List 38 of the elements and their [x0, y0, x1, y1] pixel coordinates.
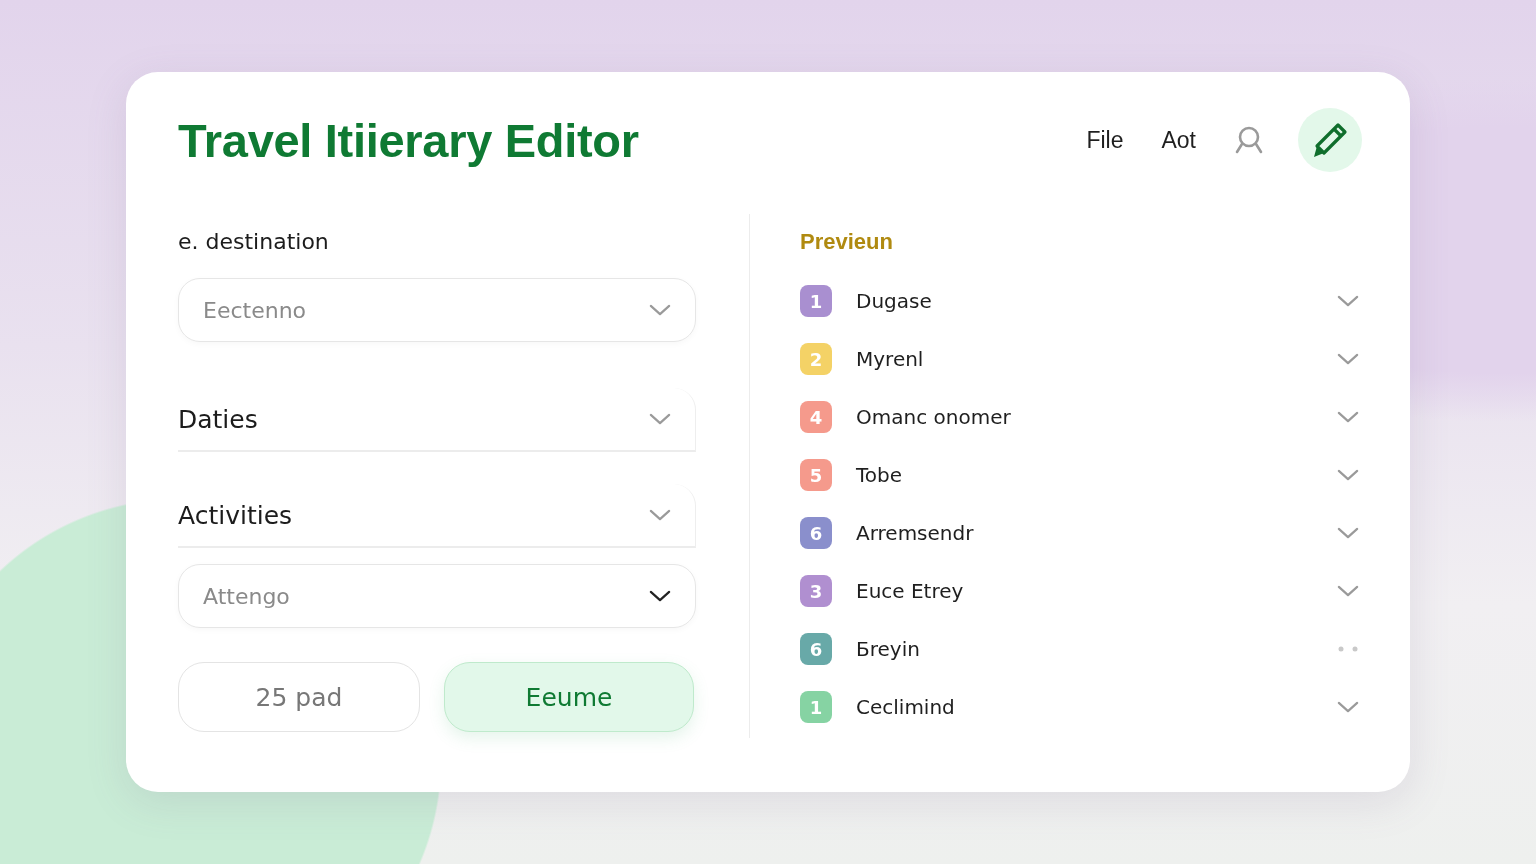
itinerary-item[interactable]: Myrenl — [856, 347, 1337, 371]
itinerary-item[interactable]: Dugase — [856, 289, 1337, 313]
itinerary-item[interactable]: Ceclimind — [856, 695, 1337, 719]
section-header[interactable]: Activities — [178, 484, 696, 548]
chevron-down-icon — [1337, 468, 1359, 482]
chevron-down-icon — [1337, 584, 1359, 598]
preview-title: Previeun — [800, 228, 894, 256]
section-header[interactable]: Daties — [178, 388, 696, 452]
itinerary-item[interactable]: Tobe — [856, 463, 1337, 487]
number-badge: 4 — [800, 401, 832, 433]
itinerary-item[interactable]: Ƃreyin — [856, 637, 1338, 661]
chevron-down-icon — [1337, 352, 1359, 366]
field-label: e. destination — [178, 228, 330, 256]
search-icon[interactable] — [1234, 125, 1264, 155]
chevron-down-icon — [1337, 526, 1359, 540]
itinerary-item[interactable]: Arremsendr — [856, 521, 1337, 545]
chevron-down-icon — [1337, 294, 1359, 308]
dots-icon[interactable] — [1338, 646, 1358, 652]
chevron-down-icon — [649, 589, 671, 603]
chevron-down-icon — [1337, 410, 1359, 424]
itinerary-item[interactable]: Omanc onomer — [856, 405, 1337, 429]
number-badge: 1 — [800, 285, 832, 317]
number-badge: 1 — [800, 691, 832, 723]
number-badge: 5 — [800, 459, 832, 491]
number-badge: 3 — [800, 575, 832, 607]
chevron-down-icon — [649, 412, 671, 426]
chevron-down-icon — [1337, 700, 1359, 714]
secondary-button[interactable]: 25 pad — [178, 662, 420, 732]
number-badge: 2 — [800, 343, 832, 375]
app-title: Travel Itiierary Editor — [178, 112, 640, 168]
chevron-down-icon — [649, 303, 671, 317]
menu-item[interactable]: Aot — [1161, 126, 1196, 154]
number-badge: 6 — [800, 633, 832, 665]
menu-item[interactable]: File — [1086, 126, 1124, 154]
number-badge: 6 — [800, 517, 832, 549]
itinerary-item[interactable]: Euce Etrey — [856, 579, 1337, 603]
primary-button[interactable]: Eeume — [444, 662, 694, 732]
chevron-down-icon — [649, 508, 671, 522]
